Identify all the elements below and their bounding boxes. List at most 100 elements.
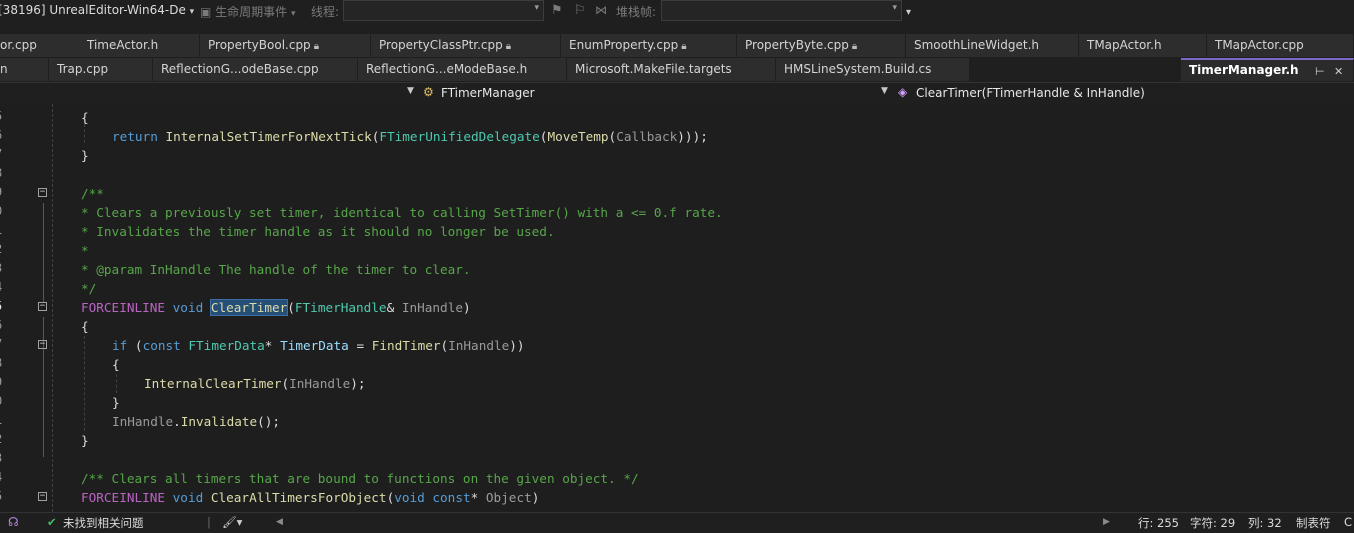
code-comment: * Invalidates the timer handle as it sho… <box>81 224 555 239</box>
tab-row-1: or.cpp TimeActor.h PropertyBool.cpp 🔒︎ Pr… <box>0 34 1354 58</box>
code-text: } <box>112 395 120 410</box>
line-number: 0 <box>0 204 2 218</box>
tab-label: Trap.cpp <box>57 62 109 76</box>
pin-icon[interactable]: ⊢ <box>1315 62 1325 81</box>
code-line: 2 * <box>0 241 1354 260</box>
line-number: 2 <box>0 242 2 256</box>
type-name: FTimerHandle <box>294 300 387 315</box>
stack-frame-combo[interactable]: ▾ <box>661 0 902 21</box>
tab-file[interactable]: TimeActor.h <box>79 34 200 57</box>
issues-status[interactable]: 未找到相关问题 <box>63 515 144 531</box>
tab-file[interactable]: PropertyByte.cpp 🔒︎ <box>737 34 906 57</box>
keyword: if <box>112 338 128 353</box>
status-bar: ☊ ✔ 未找到相关问题 | 🖌︎▾ ◀ ▶ 行: 255 字符: 29 列: 3… <box>0 512 1354 533</box>
line-ending-mode[interactable]: C <box>1344 515 1352 529</box>
lifecycle-events-button[interactable]: ▣ 生命周期事件 ▾ <box>200 3 296 20</box>
toolbar-overflow-icon[interactable]: ▾ <box>906 7 911 18</box>
code-line: 1 InHandle.Invalidate(); <box>0 412 1354 431</box>
lifecycle-icon: ▣ <box>200 5 212 19</box>
line-number: 1 <box>0 413 2 427</box>
thread-filter-icon[interactable]: ⋈ <box>595 3 607 17</box>
code-comment: * Clears a previously set timer, identic… <box>81 205 723 220</box>
code-line: 9 − /** <box>0 184 1354 203</box>
function-name: InternalSetTimerForNextTick <box>165 129 372 144</box>
chevron-down-icon: ▾ <box>892 3 897 13</box>
tab-file[interactable]: PropertyClassPtr.cpp 🔒︎ <box>371 34 561 57</box>
line-number: 3 <box>0 451 2 465</box>
brush-icon[interactable]: 🖌︎▾ <box>222 515 242 529</box>
tab-file[interactable]: SmoothLineWidget.h <box>906 34 1079 57</box>
line-number: 5 <box>0 109 2 123</box>
chevron-down-icon: ▼ <box>881 86 888 96</box>
code-line: 6 { <box>0 317 1354 336</box>
tab-file[interactable]: ReflectionG...odeBase.cpp <box>153 58 358 81</box>
code-line: 0 } <box>0 393 1354 412</box>
tab-file[interactable]: Trap.cpp <box>49 58 153 81</box>
thread-combo[interactable]: ▾ <box>343 0 544 21</box>
type-name: FTimerData <box>188 338 265 353</box>
flag-toggle-icon[interactable]: ⚐ <box>574 3 586 18</box>
collapse-icon[interactable]: − <box>38 188 47 197</box>
flag-icon[interactable]: ⚑ <box>551 3 563 18</box>
tab-file[interactable]: HMSLineSystem.Build.cs <box>776 58 970 81</box>
tab-file[interactable]: TMapActor.cpp <box>1207 34 1354 57</box>
tab-file[interactable]: Microsoft.MakeFile.targets <box>567 58 776 81</box>
collapse-icon[interactable]: − <box>38 340 47 349</box>
thread-label: 线程: <box>311 5 340 19</box>
tab-file[interactable]: EnumProperty.cpp 🔒︎ <box>561 34 737 57</box>
navigation-bar: ▼ ⚙ FTimerManager ▼ ◈ ClearTimer(FTimerH… <box>0 82 1354 105</box>
stack-frame-label: 堆栈帧: <box>616 5 657 19</box>
code-line: 9 InternalClearTimer(InHandle); <box>0 374 1354 393</box>
scroll-left-icon[interactable]: ◀ <box>276 517 283 527</box>
tab-label: EnumProperty.cpp <box>569 38 679 52</box>
tab-label: PropertyBool.cpp <box>208 38 311 52</box>
keyword: const <box>142 338 181 353</box>
code-comment: * @param InHandle The handle of the time… <box>81 262 471 277</box>
code-text: FORCEINLINE void ClearAllTimersForObject… <box>81 490 540 505</box>
tab-label: SmoothLineWidget.h <box>914 38 1039 52</box>
line-position[interactable]: 行: 255 <box>1138 515 1179 531</box>
scroll-right-icon[interactable]: ▶ <box>1103 517 1110 527</box>
code-comment: */ <box>81 281 97 296</box>
collapse-icon[interactable]: − <box>38 492 47 501</box>
function-name: InternalClearTimer <box>144 376 282 391</box>
tab-file[interactable]: or.cpp <box>0 34 80 57</box>
check-icon: ✔ <box>47 515 57 529</box>
column-position[interactable]: 列: 32 <box>1248 515 1282 531</box>
tab-file[interactable]: n <box>0 58 49 81</box>
debug-toolbar: [38196] UnrealEditor-Win64-De ▾ ▣ 生命周期事件… <box>0 0 1354 34</box>
collapse-icon[interactable]: − <box>38 302 47 311</box>
code-line: 6 return InternalSetTimerForNextTick(FTi… <box>0 127 1354 146</box>
tab-file[interactable]: PropertyBool.cpp 🔒︎ <box>200 34 371 57</box>
tab-row-2: n Trap.cpp ReflectionG...odeBase.cpp Ref… <box>0 58 1354 82</box>
indent-mode[interactable]: 制表符 <box>1296 515 1331 531</box>
code-line: 4 */ <box>0 279 1354 298</box>
code-comment: /** <box>81 186 104 201</box>
member-dropdown[interactable]: ClearTimer(FTimerHandle & InHandle) <box>916 86 1145 100</box>
tab-file[interactable]: ReflectionG...eModeBase.h <box>358 58 567 81</box>
parameter: Callback <box>616 129 678 144</box>
code-text: { <box>81 319 89 334</box>
code-line: 7 } <box>0 146 1354 165</box>
code-editor[interactable]: ` 5 { 6 return InternalSetTimerForNextTi… <box>0 104 1354 512</box>
tab-file[interactable]: TMapActor.h <box>1079 34 1207 57</box>
code-line: 8 <box>0 165 1354 184</box>
tab-active-timermanager[interactable]: TimerManager.h ⊢ ✕ <box>1181 58 1354 81</box>
code-line: 8 { <box>0 355 1354 374</box>
scope-dropdown[interactable]: FTimerManager <box>441 86 535 100</box>
lifecycle-events-label: 生命周期事件 <box>215 5 288 19</box>
code-text: return InternalSetTimerForNextTick(FTime… <box>112 129 708 144</box>
chevron-down-icon: ▾ <box>534 3 539 13</box>
line-number: 3 <box>0 261 2 275</box>
lock-icon: 🔒︎ <box>851 41 858 52</box>
tab-label: ReflectionG...eModeBase.h <box>366 62 528 76</box>
macro-name: FORCEINLINE <box>81 300 166 315</box>
tab-label: ReflectionG...odeBase.cpp <box>161 62 319 76</box>
code-line: 3 <box>0 450 1354 469</box>
copilot-icon[interactable]: ☊ <box>8 515 19 529</box>
tab-label: TMapActor.h <box>1087 38 1162 52</box>
function-name-highlighted: ClearTimer <box>209 299 289 316</box>
close-icon[interactable]: ✕ <box>1334 62 1343 81</box>
char-position[interactable]: 字符: 29 <box>1190 515 1235 531</box>
process-selector[interactable]: [38196] UnrealEditor-Win64-De ▾ <box>0 3 194 17</box>
